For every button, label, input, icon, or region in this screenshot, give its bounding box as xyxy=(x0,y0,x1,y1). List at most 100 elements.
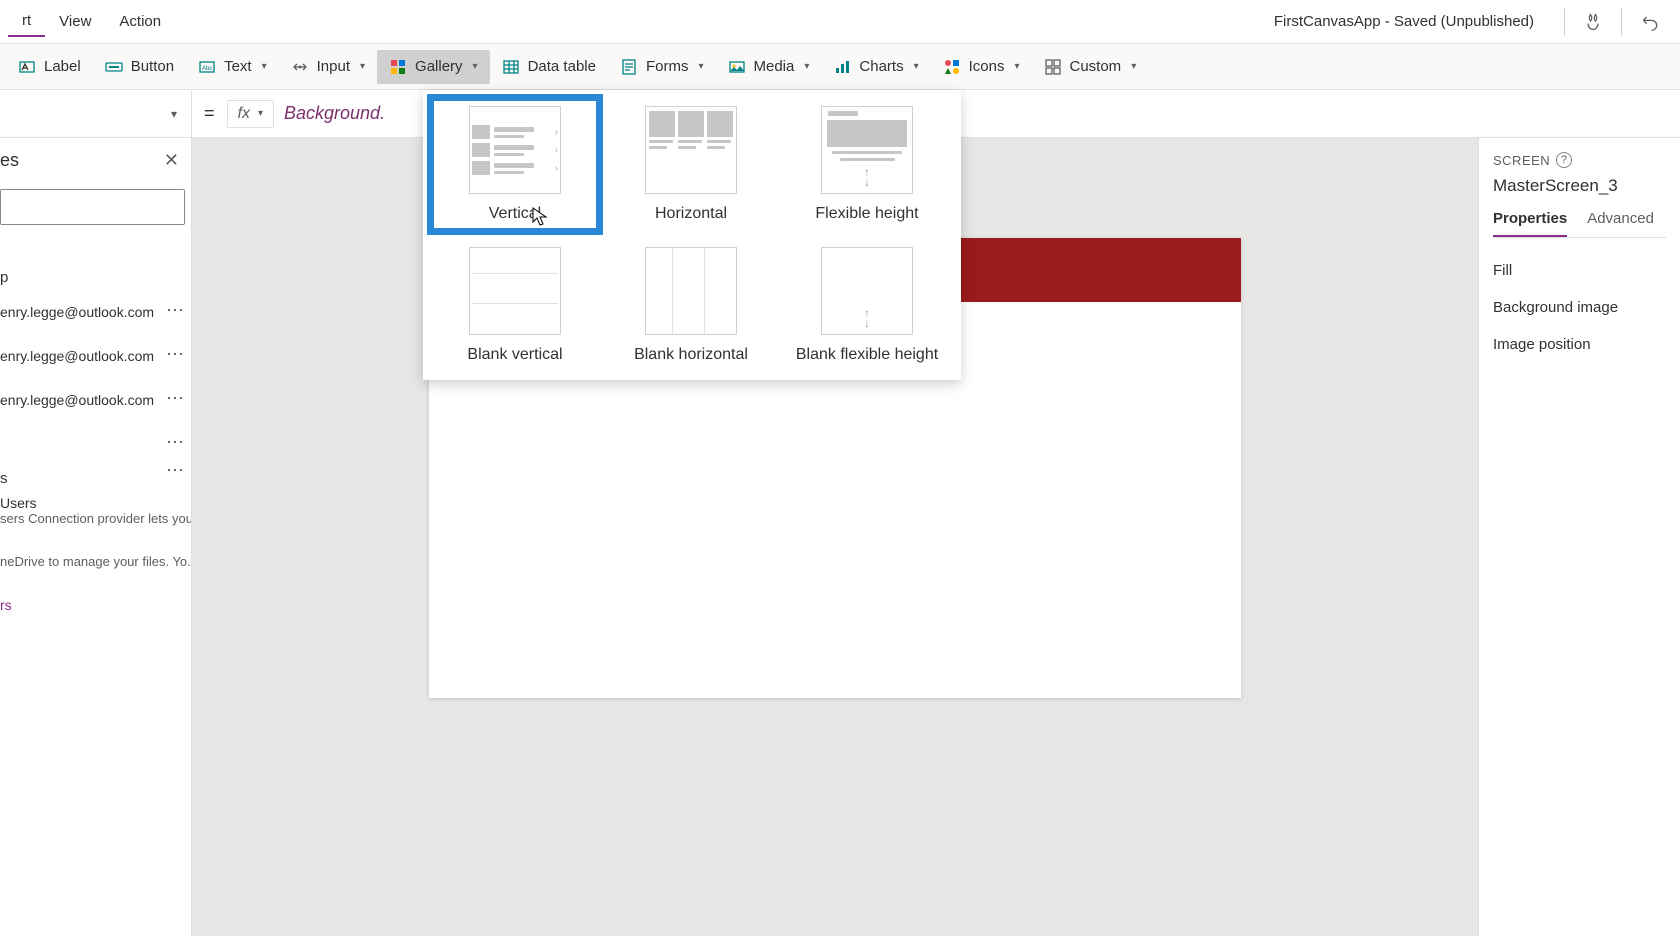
menu-tab-action[interactable]: Action xyxy=(105,7,175,36)
media-icon xyxy=(728,58,746,76)
section-label: SCREEN ? xyxy=(1493,152,1666,168)
list-item[interactable]: ⋯ xyxy=(0,422,191,450)
chevron-down-icon: ▾ xyxy=(804,61,809,72)
icons-icon xyxy=(943,58,961,76)
ribbon-custom-text: Custom xyxy=(1070,58,1122,75)
menubar: rt View Action FirstCanvasApp - Saved (U… xyxy=(0,0,1680,44)
chevron-down-icon: ▾ xyxy=(258,108,263,119)
tab-advanced[interactable]: Advanced xyxy=(1587,210,1654,237)
chevron-down-icon: ▾ xyxy=(360,61,365,72)
ribbon-label[interactable]: Label xyxy=(6,50,93,84)
close-icon[interactable]: ✕ xyxy=(164,150,179,171)
option-label: Vertical xyxy=(489,204,541,223)
ribbon-input-text: Input xyxy=(317,58,350,75)
properties-panel: SCREEN ? MasterScreen_3 Properties Advan… xyxy=(1478,138,1680,936)
more-icon[interactable]: ⋯ xyxy=(166,344,185,365)
preview-blank-flexible: ↑ ↓ xyxy=(821,247,913,335)
menu-tab-insert[interactable]: rt xyxy=(8,6,45,37)
more-icon[interactable]: ⋯ xyxy=(166,300,185,321)
ribbon-gallery[interactable]: Gallery ▾ xyxy=(377,50,490,84)
preview-blank-vertical xyxy=(469,247,561,335)
ribbon-text[interactable]: Abc Text ▾ xyxy=(186,50,279,84)
svg-text:Abc: Abc xyxy=(202,66,212,72)
ribbon-button-text: Button xyxy=(131,58,174,75)
list-item[interactable]: Users sers Connection provider lets you … xyxy=(0,491,191,540)
option-label: Blank flexible height xyxy=(796,345,938,364)
gallery-icon xyxy=(389,58,407,76)
gallery-dropdown: › › › Vertical Horizontal ↑ ↓ Flexible h… xyxy=(423,90,961,380)
text-icon: Abc xyxy=(198,58,216,76)
list-item[interactable]: enry.legge@outlook.com⋯ xyxy=(0,378,191,422)
custom-icon xyxy=(1044,58,1062,76)
help-icon[interactable]: ? xyxy=(1556,152,1572,168)
ribbon-button[interactable]: Button xyxy=(93,50,186,84)
divider xyxy=(1564,8,1565,36)
chevron-down-icon: ▾ xyxy=(171,107,177,121)
ribbon-input[interactable]: Input ▾ xyxy=(279,50,377,84)
datatable-icon xyxy=(502,58,520,76)
gallery-option-blank-flexible[interactable]: ↑ ↓ Blank flexible height xyxy=(779,235,955,376)
ribbon-media-text: Media xyxy=(754,58,795,75)
ribbon-gallery-text: Gallery xyxy=(415,58,463,75)
chevron-down-icon: ▾ xyxy=(262,61,267,72)
ribbon-datatable[interactable]: Data table xyxy=(490,50,608,84)
property-selector[interactable]: ▾ xyxy=(0,90,192,137)
preview-flexible: ↑ ↓ xyxy=(821,106,913,194)
list-item[interactable]: p xyxy=(0,249,191,290)
chevron-down-icon: ▾ xyxy=(914,61,919,72)
app-title: FirstCanvasApp - Saved (Unpublished) xyxy=(1274,13,1534,30)
prop-image-position[interactable]: Image position xyxy=(1493,326,1666,363)
ribbon-custom[interactable]: Custom ▾ xyxy=(1032,50,1149,84)
chevron-down-icon: ▾ xyxy=(473,61,478,72)
menu-tab-view[interactable]: View xyxy=(45,7,105,36)
list-item[interactable]: s⋯ xyxy=(0,450,191,491)
preview-blank-horizontal xyxy=(645,247,737,335)
ribbon-forms[interactable]: Forms ▾ xyxy=(608,50,716,84)
arrow-down-icon: ↓ xyxy=(864,316,870,330)
ribbon-charts[interactable]: Charts ▾ xyxy=(821,50,930,84)
input-icon xyxy=(291,58,309,76)
more-icon[interactable]: ⋯ xyxy=(166,388,185,409)
chevron-down-icon: ▾ xyxy=(698,61,703,72)
more-icon[interactable]: ⋯ xyxy=(166,460,185,481)
charts-icon xyxy=(833,58,851,76)
search-input[interactable] xyxy=(0,189,185,225)
option-label: Blank horizontal xyxy=(634,345,748,364)
list-item[interactable]: enry.legge@outlook.com⋯ xyxy=(0,334,191,378)
ribbon-text-text: Text xyxy=(224,58,252,75)
prop-background-image[interactable]: Background image xyxy=(1493,289,1666,326)
app-checker-icon[interactable] xyxy=(1583,12,1603,32)
ribbon-charts-text: Charts xyxy=(859,58,903,75)
gallery-option-blank-horizontal[interactable]: Blank horizontal xyxy=(603,235,779,376)
button-icon xyxy=(105,58,123,76)
fx-button[interactable]: fx ▾ xyxy=(227,100,274,128)
panel-title: es xyxy=(0,150,19,171)
gallery-option-blank-vertical[interactable]: Blank vertical xyxy=(427,235,603,376)
ribbon-datatable-text: Data table xyxy=(528,58,596,75)
undo-icon[interactable] xyxy=(1640,12,1660,32)
list-item[interactable]: enry.legge@outlook.com⋯ xyxy=(0,290,191,334)
option-label: Blank vertical xyxy=(467,345,562,364)
more-icon[interactable]: ⋯ xyxy=(166,432,185,450)
list-item[interactable]: rs xyxy=(0,583,191,627)
formula-input[interactable]: Background. xyxy=(284,103,385,124)
forms-icon xyxy=(620,58,638,76)
equals-sign: = xyxy=(192,103,227,124)
ribbon-label-text: Label xyxy=(44,58,81,75)
ribbon-media[interactable]: Media ▾ xyxy=(716,50,822,84)
list-item[interactable]: neDrive to manage your files. Yo... xyxy=(0,540,191,583)
gallery-option-horizontal[interactable]: Horizontal xyxy=(603,94,779,235)
option-label: Flexible height xyxy=(815,204,918,223)
ribbon-icons[interactable]: Icons ▾ xyxy=(931,50,1032,84)
label-icon xyxy=(18,58,36,76)
ribbon-icons-text: Icons xyxy=(969,58,1005,75)
prop-fill[interactable]: Fill xyxy=(1493,252,1666,289)
screen-name: MasterScreen_3 xyxy=(1493,176,1666,196)
arrow-down-icon: ↓ xyxy=(864,175,870,189)
gallery-option-vertical[interactable]: › › › Vertical xyxy=(427,94,603,235)
fx-label: fx xyxy=(238,105,250,123)
tab-properties[interactable]: Properties xyxy=(1493,210,1567,237)
gallery-option-flexible[interactable]: ↑ ↓ Flexible height xyxy=(779,94,955,235)
chevron-down-icon: ▾ xyxy=(1014,61,1019,72)
option-label: Horizontal xyxy=(655,204,727,223)
